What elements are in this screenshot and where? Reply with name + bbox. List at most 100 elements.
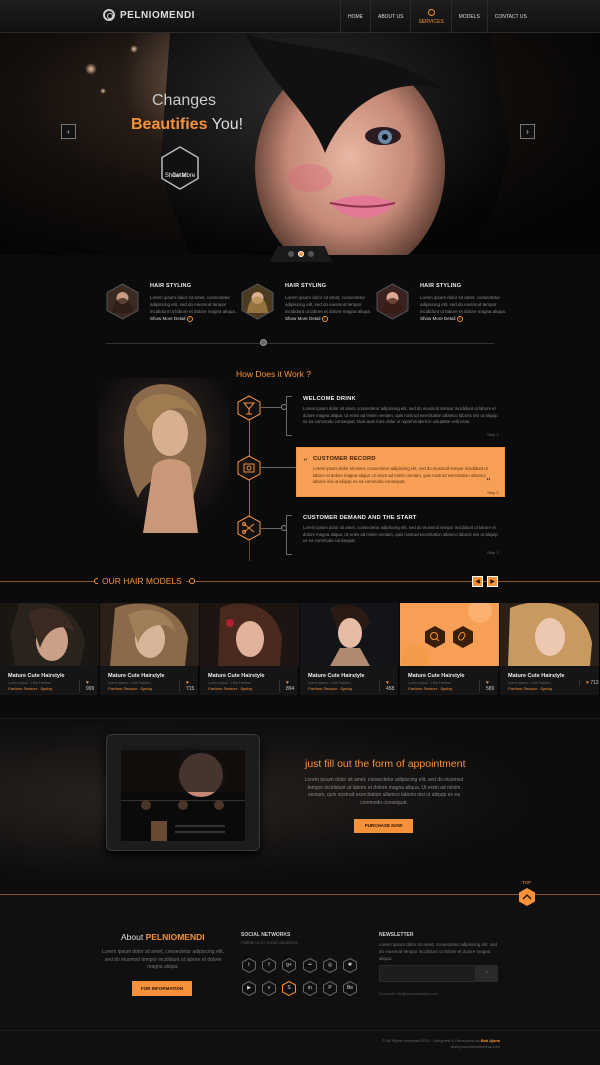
model-likes[interactable]: ♥ 894 (279, 680, 298, 692)
social-glyph: g+ (286, 962, 292, 968)
model-season: Fashion Season : Spring (208, 686, 252, 691)
social-glyph: P (328, 985, 332, 991)
google-plus-icon[interactable]: g+ (282, 957, 296, 974)
model-season: Fashion Season : Spring (308, 686, 352, 691)
nav-home[interactable]: HOME (340, 0, 370, 33)
model-card[interactable]: Mature Cute Hairstyle Lorem ipsum - Hair… (0, 603, 99, 695)
model-likes[interactable]: ♥ 715 (179, 680, 198, 692)
youtube-icon[interactable]: ▶ (242, 980, 256, 997)
step-number: Step 3 (487, 550, 499, 555)
service-card: HAIR STYLING Lorem ipsum dolor sit amet,… (241, 283, 376, 328)
appointment-text: Lorem ipsum dolor sit amet, consectetur … (304, 777, 464, 806)
step-number: Step 1 (487, 432, 499, 437)
model-name: Mature Cute Hairstyle (308, 673, 365, 679)
model-likes[interactable]: ♥ 999 (79, 680, 98, 692)
slider-dot-active[interactable] (298, 251, 304, 257)
model-card[interactable]: Mature Cute Hairstyle Lorem ipsum - Hair… (100, 603, 199, 695)
model-likes[interactable]: ♥ 458 (379, 680, 398, 692)
model-likes[interactable]: ♥ 589 (479, 680, 498, 692)
plus-icon[interactable]: + (321, 315, 328, 322)
brand-name: PELNIOMENDI (120, 9, 195, 21)
step-number: Step 2 (487, 490, 499, 495)
newsletter-email-input[interactable] (379, 965, 476, 982)
facebook-icon[interactable]: f (262, 957, 276, 974)
service-card: HAIR STYLING Lorem ipsum dolor sit amet,… (106, 283, 241, 328)
flickr-icon[interactable]: •• (303, 957, 317, 974)
show-more-line2: Detail (172, 173, 188, 179)
likes-count: 589 (486, 686, 495, 692)
dribbble-icon[interactable]: ◎ (323, 957, 337, 974)
nav-about[interactable]: ABOUT US (370, 0, 410, 33)
about-brand: PELNIOMENDI (145, 932, 205, 942)
model-photo (500, 603, 599, 666)
model-card[interactable]: Mature Cute Hairstyle Lorem ipsum - Hair… (400, 603, 499, 695)
nav-home-label: HOME (348, 13, 363, 20)
skype-icon[interactable]: S (282, 980, 296, 997)
connector (261, 407, 281, 408)
nav-models[interactable]: MODELS (450, 0, 487, 33)
twitter-icon[interactable]: t (242, 957, 256, 974)
copyright-author[interactable]: Bati Ajans (481, 1038, 500, 1043)
curly-hair-model-image (98, 378, 230, 533)
chevron-left-icon: ‹ (67, 127, 70, 136)
chevron-right-icon: › (526, 127, 529, 136)
model-card[interactable]: Mature Cute Hairstyle Lorem ipsum - Hair… (200, 603, 299, 695)
models-next-button[interactable]: ▶ (487, 576, 498, 587)
slider-dot[interactable] (288, 251, 294, 257)
hexagon-icon (161, 146, 199, 190)
slider-dot[interactable] (308, 251, 314, 257)
copyright-text: © All Rights reserved 2013 - Designed & … (382, 1038, 481, 1043)
service-thumbnail (241, 283, 274, 320)
nav-contact[interactable]: CONTACT US (486, 0, 534, 33)
model-likes[interactable]: ♥ 712 (579, 680, 599, 686)
back-to-top-button[interactable] (518, 887, 536, 907)
purchase-now-button[interactable]: PURCHASE NOW (354, 819, 413, 833)
pinterest-icon[interactable]: P (323, 980, 337, 997)
likes-count: 715 (186, 686, 195, 692)
search-icon[interactable] (424, 625, 446, 649)
vimeo-icon[interactable]: v (262, 980, 276, 997)
show-more-detail-link[interactable]: Show More Detail (150, 316, 186, 321)
about-text: Lorem ipsum dolor sit amet, consectetur … (102, 949, 224, 970)
likes-count: 712 (590, 680, 599, 686)
social-networks-title: SOCIAL NETWORKS (241, 932, 291, 938)
slider-next-button[interactable]: › (520, 124, 535, 139)
step-title: WELCOME DRINK (303, 396, 356, 402)
logo[interactable]: PELNIOMENDI (103, 9, 195, 21)
service-text: Lorem ipsum dolor sit amet, consectetur … (150, 294, 242, 322)
behance-icon[interactable]: Be (343, 980, 357, 997)
linkedin-icon[interactable]: in (303, 980, 317, 997)
slider-pagination (270, 246, 332, 262)
delicious-icon[interactable]: ✱ (343, 957, 357, 974)
model-card[interactable]: Mature Cute Hairstyle Lorem ipsum - Hair… (300, 603, 399, 695)
models-prev-button[interactable]: ◀ (472, 576, 483, 587)
show-more-detail-link[interactable]: Show More Detail (285, 316, 321, 321)
site-header: PELNIOMENDI HOME ABOUT US SERVICES MODEL… (0, 0, 600, 33)
link-icon[interactable] (452, 625, 474, 649)
social-glyph: v (267, 985, 271, 991)
likes-count: 894 (286, 686, 295, 692)
model-name: Mature Cute Hairstyle (108, 673, 165, 679)
newsletter-submit-button[interactable]: › (476, 965, 498, 982)
copyright-site[interactable]: www.yourwebsitedress.com (451, 1044, 500, 1049)
connector (261, 528, 281, 529)
step-text: Lorem ipsum dolor sit amet, consectetur … (313, 466, 488, 484)
hero-title-line1: Changes (152, 92, 217, 109)
quote-open-icon: “ (303, 458, 308, 468)
show-more-detail-button[interactable]: Show More Detail (160, 146, 200, 190)
slider-prev-button[interactable]: ‹ (61, 124, 76, 139)
show-more-detail-link[interactable]: Show More Detail (420, 316, 456, 321)
social-networks-subtitle: Follow us in social situations (241, 940, 298, 945)
model-subtitle: Lorem ipsum - Hair Fashion (208, 681, 252, 685)
model-card[interactable]: Mature Cute Hairstyle Lorem ipsum - Hair… (500, 603, 600, 695)
model-subtitle: Lorem ipsum - Hair Fashion (508, 681, 552, 685)
model-photo (200, 603, 299, 666)
nav-services[interactable]: SERVICES (410, 0, 450, 33)
about-title: About PELNIOMENDI (121, 932, 205, 942)
step-bracket (286, 515, 292, 555)
plus-icon[interactable]: + (186, 315, 193, 322)
plus-icon[interactable]: + (456, 315, 463, 322)
timeline-line (249, 418, 250, 457)
cocktail-icon (237, 395, 261, 421)
for-information-button[interactable]: FOR INFORMATION (132, 981, 192, 996)
